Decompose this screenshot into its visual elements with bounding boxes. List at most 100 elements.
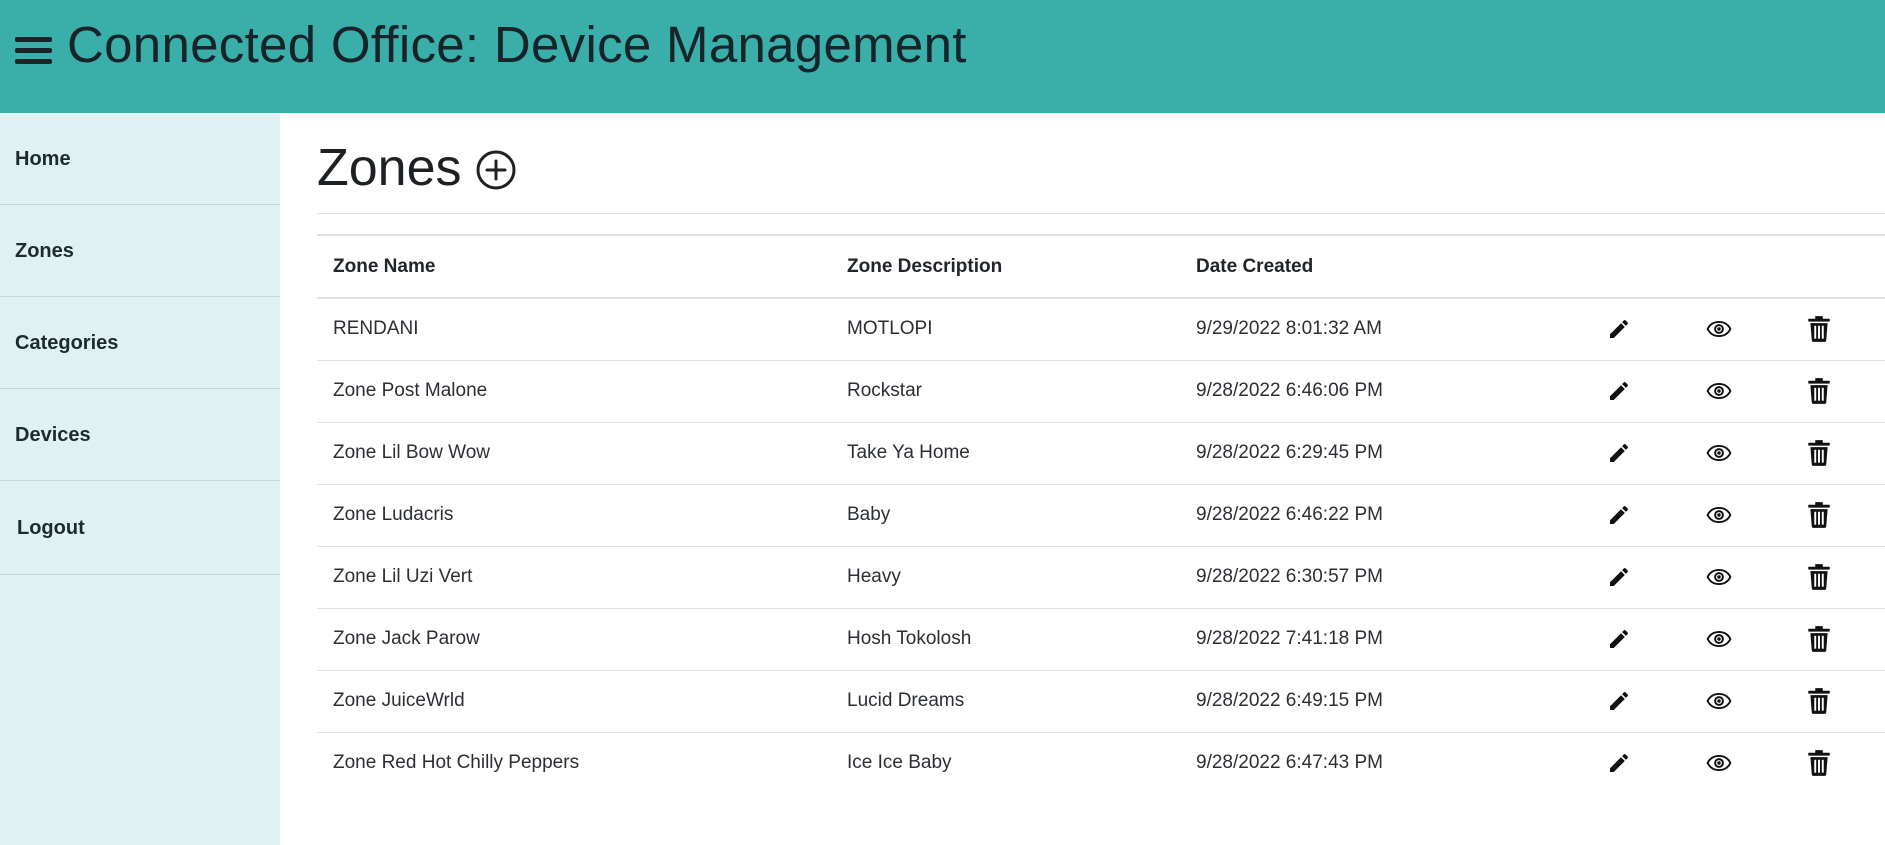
delete-cell <box>1789 546 1885 609</box>
delete-cell <box>1789 422 1885 485</box>
trash-icon[interactable] <box>1805 625 1833 653</box>
zone-description-cell: Rockstar <box>831 360 1180 423</box>
table-row: Zone JuiceWrld Lucid Dreams 9/28/2022 6:49… <box>317 670 1885 733</box>
zone-description-cell: Take Ya Home <box>831 422 1180 485</box>
sidebar: Home Zones Categories Devices Logout <box>0 113 280 845</box>
sidebar-item-home[interactable]: Home <box>0 113 280 205</box>
table-header-row: Zone Name Zone Description Date Created <box>317 236 1885 299</box>
delete-cell <box>1789 732 1885 794</box>
table-row: Zone Jack Parow Hosh Tokolosh 9/28/2022 7:… <box>317 608 1885 671</box>
eye-icon[interactable] <box>1705 563 1733 591</box>
pencil-icon[interactable] <box>1605 687 1633 715</box>
edit-cell <box>1589 670 1689 733</box>
delete-cell <box>1789 484 1885 547</box>
trash-icon[interactable] <box>1805 687 1833 715</box>
zones-table-body: RENDANI MOTLOPI 9/29/2022 8:01:32 AM Zone P… <box>317 298 1885 794</box>
trash-icon[interactable] <box>1805 563 1833 591</box>
delete-cell <box>1789 670 1885 733</box>
eye-icon[interactable] <box>1705 315 1733 343</box>
pencil-icon[interactable] <box>1605 439 1633 467</box>
top-header-bar: Connected Office: Device Management <box>0 0 1885 113</box>
table-row: Zone Lil Uzi Vert Heavy 9/28/2022 6:30:57 … <box>317 546 1885 609</box>
date-created-cell: 9/28/2022 6:46:06 PM <box>1180 360 1589 423</box>
table-row: Zone Lil Bow Wow Take Ya Home 9/28/2022 6:… <box>317 422 1885 485</box>
zone-description-cell: Heavy <box>831 546 1180 609</box>
view-cell <box>1689 298 1789 361</box>
zone-description-cell: Lucid Dreams <box>831 670 1180 733</box>
heading-divider <box>317 213 1885 214</box>
table-row: RENDANI MOTLOPI 9/29/2022 8:01:32 AM <box>317 298 1885 361</box>
column-header-edit <box>1589 236 1689 299</box>
pencil-icon[interactable] <box>1605 749 1633 777</box>
zone-description-cell: Baby <box>831 484 1180 547</box>
page-heading: Zones <box>317 137 517 199</box>
delete-cell <box>1789 608 1885 671</box>
zone-name-cell: Zone Lil Bow Wow <box>317 422 831 485</box>
trash-icon[interactable] <box>1805 501 1833 529</box>
table-row: Zone Post Malone Rockstar 9/28/2022 6:46:0… <box>317 360 1885 423</box>
view-cell <box>1689 422 1789 485</box>
date-created-cell: 9/28/2022 6:46:22 PM <box>1180 484 1589 547</box>
column-header-view <box>1689 236 1789 299</box>
eye-icon[interactable] <box>1705 625 1733 653</box>
view-cell <box>1689 608 1789 671</box>
delete-cell <box>1789 298 1885 361</box>
zone-description-cell: Hosh Tokolosh <box>831 608 1180 671</box>
edit-cell <box>1589 484 1689 547</box>
date-created-cell: 9/28/2022 6:49:15 PM <box>1180 670 1589 733</box>
sidebar-item-zones[interactable]: Zones <box>0 205 280 297</box>
column-header-zone-name: Zone Name <box>317 236 831 299</box>
view-cell <box>1689 670 1789 733</box>
view-cell <box>1689 732 1789 794</box>
zone-name-cell: Zone JuiceWrld <box>317 670 831 733</box>
eye-icon[interactable] <box>1705 377 1733 405</box>
pencil-icon[interactable] <box>1605 625 1633 653</box>
zone-name-cell: Zone Post Malone <box>317 360 831 423</box>
table-row: Zone Ludacris Baby 9/28/2022 6:46:22 PM <box>317 484 1885 547</box>
view-cell <box>1689 360 1789 423</box>
zone-description-cell: MOTLOPI <box>831 298 1180 361</box>
column-header-date-created: Date Created <box>1180 236 1589 299</box>
date-created-cell: 9/28/2022 6:47:43 PM <box>1196 752 1383 774</box>
trash-icon[interactable] <box>1805 315 1833 343</box>
hamburger-menu-icon[interactable] <box>15 37 52 65</box>
pencil-icon[interactable] <box>1605 377 1633 405</box>
trash-icon[interactable] <box>1805 377 1833 405</box>
date-created-cell: 9/28/2022 6:30:57 PM <box>1180 546 1589 609</box>
column-header-delete <box>1789 236 1885 299</box>
eye-icon[interactable] <box>1705 687 1733 715</box>
app-title: Connected Office: Device Management <box>67 16 967 73</box>
page-title: Zones <box>317 139 462 197</box>
date-created-cell: 9/29/2022 8:01:32 AM <box>1180 298 1589 361</box>
pencil-icon[interactable] <box>1605 315 1633 343</box>
eye-icon[interactable] <box>1705 749 1733 777</box>
edit-cell <box>1589 732 1689 794</box>
trash-icon[interactable] <box>1805 439 1833 467</box>
edit-cell <box>1589 298 1689 361</box>
eye-icon[interactable] <box>1705 439 1733 467</box>
pencil-icon[interactable] <box>1605 563 1633 591</box>
view-cell <box>1689 546 1789 609</box>
table-row: Zone Red Hot Chilly Peppers Ice Ice Baby 9… <box>317 732 1885 794</box>
edit-cell <box>1589 546 1689 609</box>
edit-cell <box>1589 360 1689 423</box>
date-created-cell: 9/28/2022 7:41:18 PM <box>1180 608 1589 671</box>
circle-plus-icon[interactable] <box>475 149 517 191</box>
zone-description-cell: Ice Ice Baby <box>847 752 952 774</box>
pencil-icon[interactable] <box>1605 501 1633 529</box>
date-created-cell: 9/28/2022 6:29:45 PM <box>1180 422 1589 485</box>
trash-icon[interactable] <box>1805 749 1833 777</box>
edit-cell <box>1589 608 1689 671</box>
view-cell <box>1689 484 1789 547</box>
delete-cell <box>1789 360 1885 423</box>
zone-name-cell: Zone Ludacris <box>317 484 831 547</box>
sidebar-item-categories[interactable]: Categories <box>0 297 280 389</box>
sidebar-item-logout[interactable]: Logout <box>0 481 280 575</box>
eye-icon[interactable] <box>1705 501 1733 529</box>
zone-name-cell: RENDANI <box>317 298 831 361</box>
zones-table: Zone Name Zone Description Date Created … <box>317 236 1885 794</box>
zone-name-cell: Zone Lil Uzi Vert <box>317 546 831 609</box>
sidebar-item-devices[interactable]: Devices <box>0 389 280 481</box>
edit-cell <box>1589 422 1689 485</box>
column-header-zone-description: Zone Description <box>831 236 1180 299</box>
